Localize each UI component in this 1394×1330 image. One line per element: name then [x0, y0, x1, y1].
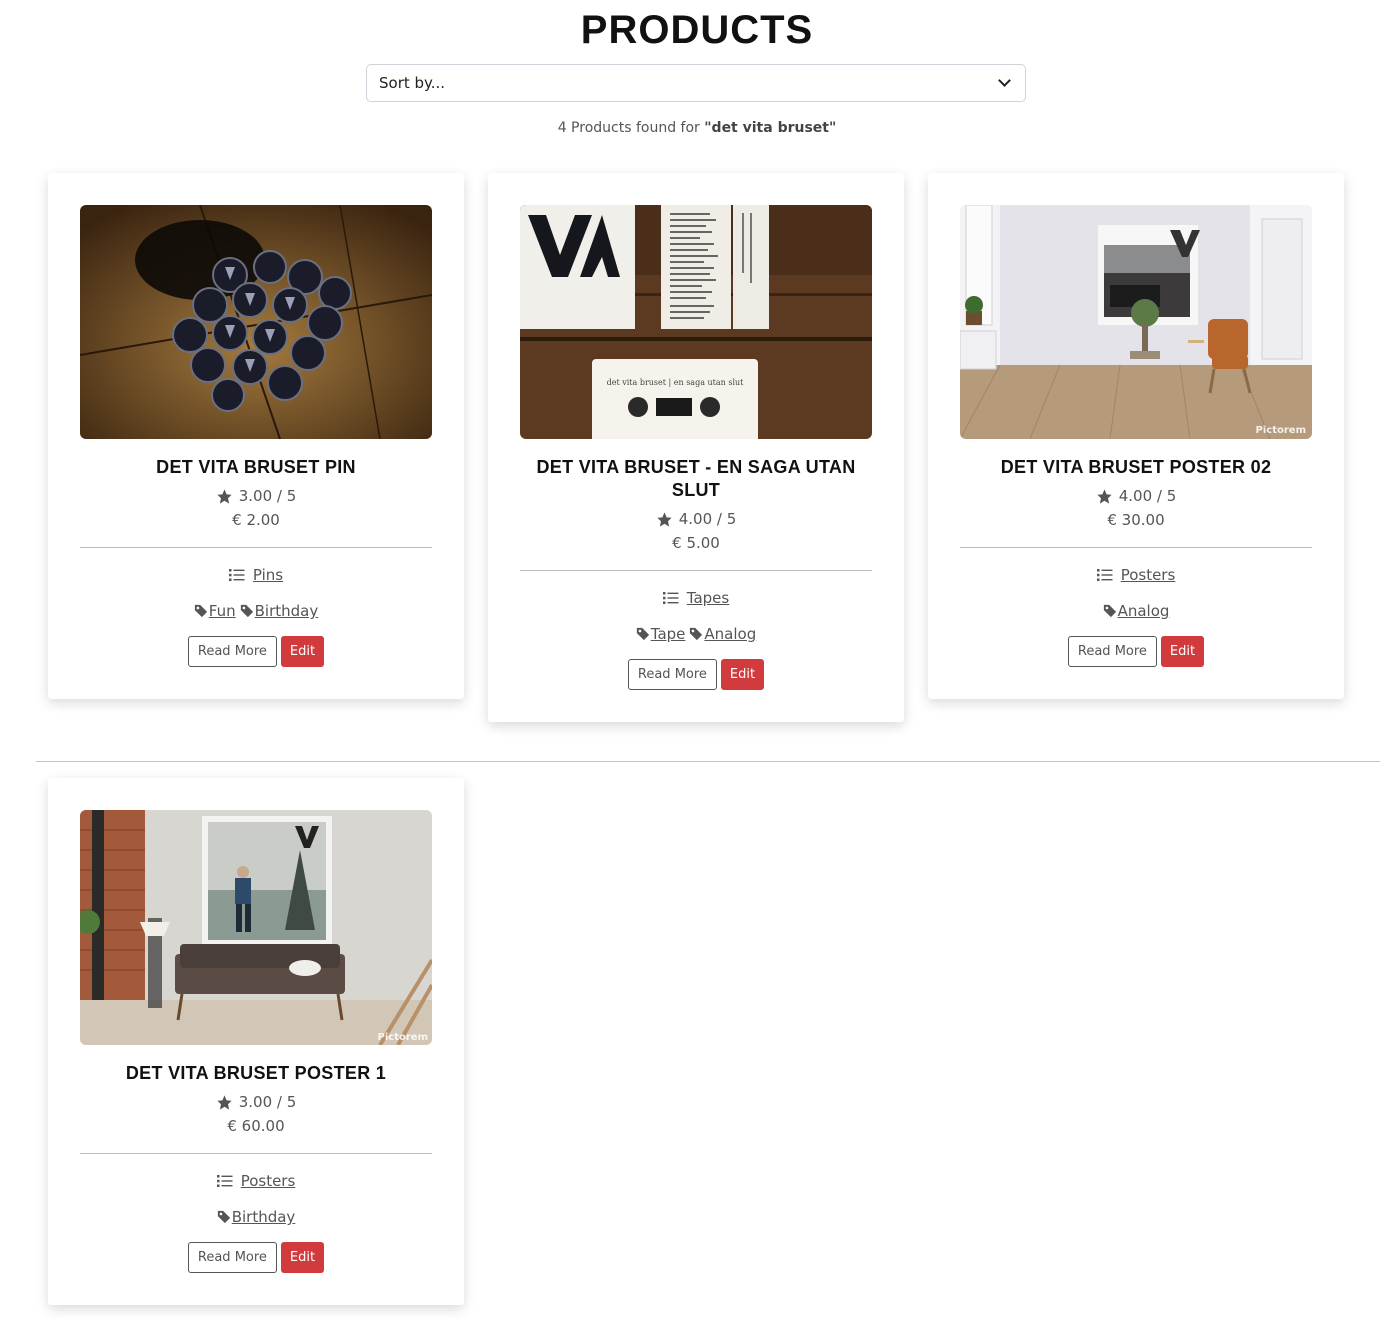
product-image-tape[interactable]: det vita bruset | en saga utan slut	[520, 205, 872, 439]
rating-value: 4.00 / 5	[678, 510, 737, 528]
category-link[interactable]: Pins	[253, 566, 283, 584]
sort-select-value: Sort by...	[379, 74, 446, 92]
star-icon	[217, 1094, 232, 1110]
read-more-button[interactable]: Read More	[1067, 636, 1157, 667]
tag-link-tape[interactable]: Tape	[651, 625, 686, 643]
card-actions: Read More Edit	[80, 1242, 432, 1305]
product-card: DET VITA BRUSET PIN 3.00 / 5 € 2.00 Pins…	[48, 173, 464, 699]
tag-icon	[690, 627, 703, 641]
product-title[interactable]: DET VITA BRUSET - EN SAGA UTAN SLUT	[520, 456, 872, 502]
card-divider	[960, 547, 1312, 548]
results-query: "det vita bruset"	[704, 120, 837, 136]
product-rating: 3.00 / 5	[80, 1093, 432, 1111]
star-icon	[1097, 488, 1112, 504]
read-more-button[interactable]: Read More	[187, 1242, 277, 1273]
read-more-button[interactable]: Read More	[627, 659, 717, 690]
product-image-poster-1[interactable]: Pictorem	[80, 810, 432, 1045]
product-category: Tapes	[520, 589, 872, 607]
card-actions: Read More Edit	[960, 636, 1312, 699]
category-link[interactable]: Posters	[1121, 566, 1176, 584]
tag-icon	[194, 604, 207, 618]
card-divider	[520, 570, 872, 571]
card-divider	[80, 1153, 432, 1154]
read-more-button[interactable]: Read More	[187, 636, 277, 667]
product-price: € 5.00	[672, 534, 720, 552]
product-image-poster-02[interactable]: Pictorem	[960, 205, 1312, 439]
product-tags: Tape Analog	[520, 625, 872, 643]
results-count-prefix: 4 Products found for	[557, 120, 705, 136]
list-icon	[216, 1175, 233, 1187]
product-price: € 60.00	[227, 1117, 285, 1135]
tag-icon	[217, 1210, 230, 1224]
card-actions: Read More Edit	[520, 659, 872, 722]
product-title[interactable]: DET VITA BRUSET POSTER 02	[960, 456, 1312, 479]
rating-value: 3.00 / 5	[238, 1093, 297, 1111]
sort-select[interactable]: Sort by...	[366, 64, 1026, 102]
product-tags: Birthday	[80, 1208, 432, 1226]
edit-button[interactable]: Edit	[280, 636, 325, 667]
list-icon	[228, 569, 245, 581]
edit-button[interactable]: Edit	[280, 1242, 325, 1273]
product-title[interactable]: DET VITA BRUSET POSTER 1	[80, 1062, 432, 1085]
tape-label-text: det vita bruset | en saga utan slut	[607, 378, 745, 387]
results-count: 4 Products found for "det vita bruset"	[0, 120, 1394, 136]
rating-value: 3.00 / 5	[238, 487, 297, 505]
product-category: Posters	[960, 566, 1312, 584]
rating-value: 4.00 / 5	[1118, 487, 1177, 505]
card-actions: Read More Edit	[80, 636, 432, 699]
product-title[interactable]: DET VITA BRUSET PIN	[80, 456, 432, 479]
tag-link-birthday[interactable]: Birthday	[232, 1208, 296, 1226]
tag-icon	[1103, 604, 1116, 618]
watermark-text: Pictorem	[1256, 425, 1306, 436]
product-card: Pictorem DET VITA BRUSET POSTER 1 3.00 /…	[48, 778, 464, 1305]
tag-icon	[240, 604, 253, 618]
product-tags: Fun Birthday	[80, 602, 432, 620]
product-image-pins[interactable]	[80, 205, 432, 439]
page-title: PRODUCTS	[580, 8, 814, 52]
list-icon	[662, 592, 679, 604]
product-category: Pins	[80, 566, 432, 584]
product-rating: 4.00 / 5	[960, 487, 1312, 505]
product-rating: 4.00 / 5	[520, 510, 872, 528]
tag-link-analog[interactable]: Analog	[704, 625, 756, 643]
edit-button[interactable]: Edit	[720, 659, 765, 690]
product-price: € 30.00	[1107, 511, 1165, 529]
chevron-down-icon	[998, 74, 1011, 87]
watermark-text: Pictorem	[378, 1032, 428, 1043]
product-card: det vita bruset | en saga utan slut DET …	[488, 173, 904, 722]
tag-icon	[636, 627, 649, 641]
product-tags: Analog	[960, 602, 1312, 620]
product-card: Pictorem DET VITA BRUSET POSTER 02 4.00 …	[928, 173, 1344, 699]
category-link[interactable]: Tapes	[687, 589, 729, 607]
tag-link-birthday[interactable]: Birthday	[255, 602, 319, 620]
star-icon	[217, 488, 232, 504]
card-divider	[80, 547, 432, 548]
row-divider	[36, 761, 1380, 762]
product-price: € 2.00	[232, 511, 280, 529]
category-link[interactable]: Posters	[241, 1172, 296, 1190]
edit-button[interactable]: Edit	[1160, 636, 1205, 667]
product-rating: 3.00 / 5	[80, 487, 432, 505]
product-category: Posters	[80, 1172, 432, 1190]
tag-link-fun[interactable]: Fun	[209, 602, 236, 620]
list-icon	[1096, 569, 1113, 581]
tag-link-analog[interactable]: Analog	[1118, 602, 1170, 620]
star-icon	[657, 511, 672, 527]
